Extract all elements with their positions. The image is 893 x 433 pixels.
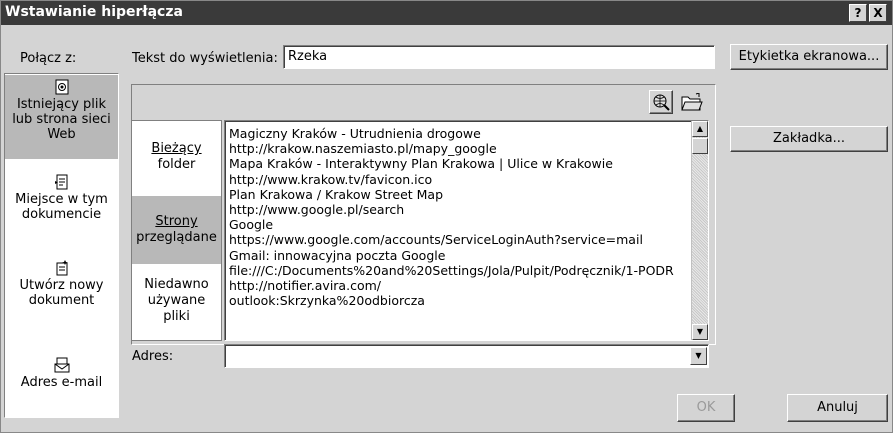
scroll-thumb[interactable] (692, 138, 708, 154)
help-button[interactable]: ? (849, 4, 867, 22)
globe-search-icon (653, 94, 670, 111)
sidebar-item-place-in-document[interactable]: Miejsce w tym dokumencie (5, 174, 118, 238)
address-combobox[interactable]: ▼ (224, 344, 709, 368)
list-item[interactable]: https://www.google.com/accounts/ServiceL… (225, 232, 708, 247)
vertical-scrollbar[interactable]: ▲ ▼ (691, 121, 708, 340)
list-item[interactable]: Plan Krakowa / Krakow Street Map (225, 187, 708, 202)
tab-label-line1: Niedawno (144, 277, 209, 292)
link-to-sidebar: Istniejący plik lub strona sieci Web Mie… (4, 73, 119, 418)
sidebar-label-line2: dokument (28, 293, 95, 308)
sidebar-label-line2: dokumencie (21, 207, 102, 222)
text-to-display-value: Rzeka (288, 49, 328, 64)
cancel-button[interactable]: Anuluj (787, 394, 888, 422)
text-to-display-label: Tekst do wyświetlenia: (132, 51, 278, 66)
sidebar-label-line1: Miejsce w tym (15, 192, 108, 207)
list-item[interactable]: http://www.krakow.tv/favicon.ico (225, 172, 708, 187)
address-dropdown-button[interactable]: ▼ (690, 347, 707, 365)
sidebar-label-line2: lub strona sieci (12, 112, 111, 127)
tab-label-line2: folder (157, 157, 196, 172)
dialog-title: Wstawianie hiperłącza (5, 4, 183, 20)
list-item[interactable]: Google (225, 217, 708, 232)
document-place-icon (54, 174, 67, 190)
link-to-label: Połącz z: (20, 51, 77, 66)
tab-browsed-pages[interactable]: Strony przeglądane (132, 196, 221, 264)
sidebar-item-create-new-document[interactable]: Utwórz nowy dokument (5, 260, 118, 324)
list-item[interactable]: http://www.google.pl/search (225, 202, 708, 217)
tab-label-line1: Strony (155, 214, 198, 229)
list-item[interactable]: Gmail: innowacyjna poczta Google (225, 248, 708, 263)
sidebar-item-existing-file[interactable]: Istniejący plik lub strona sieci Web (5, 75, 118, 159)
scroll-down-button[interactable]: ▼ (692, 324, 708, 340)
scroll-up-button[interactable]: ▲ (692, 121, 708, 137)
title-bar: Wstawianie hiperłącza ? X (1, 1, 892, 25)
list-item[interactable]: Mapa Kraków - Interaktywny Plan Krakowa … (225, 156, 708, 171)
address-label: Adres: (132, 349, 174, 364)
insert-hyperlink-dialog: Wstawianie hiperłącza ? X Połącz z: Teks… (0, 0, 893, 433)
browse-file-button[interactable] (678, 90, 706, 114)
sidebar-label-line3: Web (47, 127, 76, 142)
list-item[interactable]: outlook:Skrzynka%20odbiorcza (225, 293, 708, 308)
look-in-nav: Bieżący folder Strony przeglądane Niedaw… (131, 120, 222, 341)
sidebar-label-line1: Istniejący plik (16, 97, 107, 112)
tab-label-line3: pliki (163, 309, 190, 324)
web-page-icon (55, 79, 68, 95)
email-icon (54, 357, 69, 373)
open-folder-icon (681, 92, 703, 111)
list-item[interactable]: Magiczny Kraków - Utrudnienia drogowe (225, 126, 708, 141)
ok-button[interactable]: OK (677, 394, 735, 422)
file-list-rows: Magiczny Kraków - Utrudnienia drogowe htt… (225, 121, 708, 308)
tab-label-line2: przeglądane (136, 230, 217, 245)
list-item[interactable]: http://notifier.avira.com/ (225, 278, 708, 293)
list-item[interactable]: http://krakow.naszemiasto.pl/mapy_google (225, 141, 708, 156)
tab-label-line1: Bieżący (151, 141, 202, 156)
file-list[interactable]: Magiczny Kraków - Utrudnienia drogowe htt… (224, 120, 709, 341)
bookmark-button[interactable]: Zakładka... (730, 126, 888, 152)
close-button[interactable]: X (869, 4, 887, 22)
screentip-button[interactable]: Etykietka ekranowa... (730, 44, 888, 70)
sidebar-label-line1: Utwórz nowy (19, 278, 104, 293)
tab-current-folder[interactable]: Bieżący folder (132, 141, 221, 181)
new-document-icon (56, 260, 68, 276)
sidebar-label-line1: Adres e-mail (20, 375, 103, 390)
tab-recent-files[interactable]: Niedawno używane pliki (132, 277, 221, 333)
sidebar-item-email-address[interactable]: Adres e-mail (5, 357, 118, 405)
tab-label-line2: używane (147, 293, 206, 308)
browse-web-button[interactable] (649, 90, 673, 114)
list-item[interactable]: file:///C:/Documents%20and%20Settings/Jo… (225, 263, 708, 278)
text-to-display-input[interactable]: Rzeka (283, 45, 715, 69)
